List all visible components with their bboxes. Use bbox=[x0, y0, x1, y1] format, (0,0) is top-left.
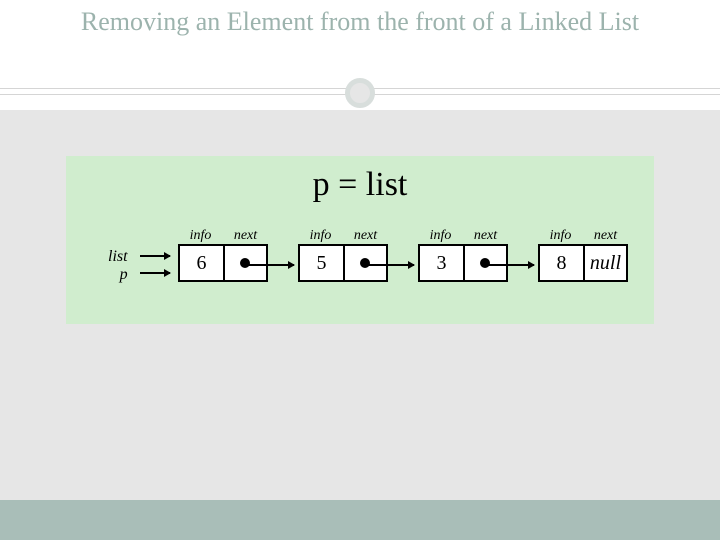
pointer-labels: list p bbox=[108, 248, 128, 284]
label-next: next bbox=[463, 228, 508, 244]
list-node: info next 6 bbox=[178, 228, 268, 282]
slide-title: Removing an Element from the front of a … bbox=[10, 6, 710, 37]
label-next: next bbox=[343, 228, 388, 244]
list-node: info next 5 bbox=[298, 228, 388, 282]
node-info-value: 3 bbox=[420, 246, 463, 280]
list-node: info next 8 null bbox=[538, 228, 628, 282]
arrow-icon bbox=[140, 255, 170, 257]
node-info-value: 5 bbox=[300, 246, 343, 280]
label-next: next bbox=[583, 228, 628, 244]
node-next-pointer bbox=[223, 246, 266, 280]
list-node: info next 3 bbox=[418, 228, 508, 282]
pointer-dot-icon bbox=[480, 258, 490, 268]
pointer-dot-icon bbox=[360, 258, 370, 268]
pointer-dot-icon bbox=[240, 258, 250, 268]
pointer-label-list: list bbox=[108, 248, 128, 266]
node-next-pointer bbox=[343, 246, 386, 280]
node-info-value: 8 bbox=[540, 246, 583, 280]
ring-ornament-icon bbox=[345, 78, 375, 108]
slide-footer-bar bbox=[0, 500, 720, 540]
assignment-expression: p = list bbox=[313, 166, 408, 204]
node-next-pointer bbox=[463, 246, 506, 280]
node-column-labels: info next bbox=[178, 228, 268, 244]
label-info: info bbox=[538, 228, 583, 244]
node-next-null: null bbox=[583, 246, 626, 280]
slide-header: Removing an Element from the front of a … bbox=[0, 0, 720, 110]
node-column-labels: info next bbox=[418, 228, 508, 244]
pointer-label-p: p bbox=[108, 266, 128, 284]
arrow-icon bbox=[366, 264, 414, 266]
label-info: info bbox=[298, 228, 343, 244]
linked-list-diagram: p = list list p info next 6 info next 5 … bbox=[66, 156, 654, 324]
arrow-icon bbox=[140, 272, 170, 274]
node-info-value: 6 bbox=[180, 246, 223, 280]
node-column-labels: info next bbox=[298, 228, 388, 244]
label-next: next bbox=[223, 228, 268, 244]
arrow-icon bbox=[246, 264, 294, 266]
arrow-icon bbox=[486, 264, 534, 266]
label-info: info bbox=[178, 228, 223, 244]
label-info: info bbox=[418, 228, 463, 244]
node-column-labels: info next bbox=[538, 228, 628, 244]
